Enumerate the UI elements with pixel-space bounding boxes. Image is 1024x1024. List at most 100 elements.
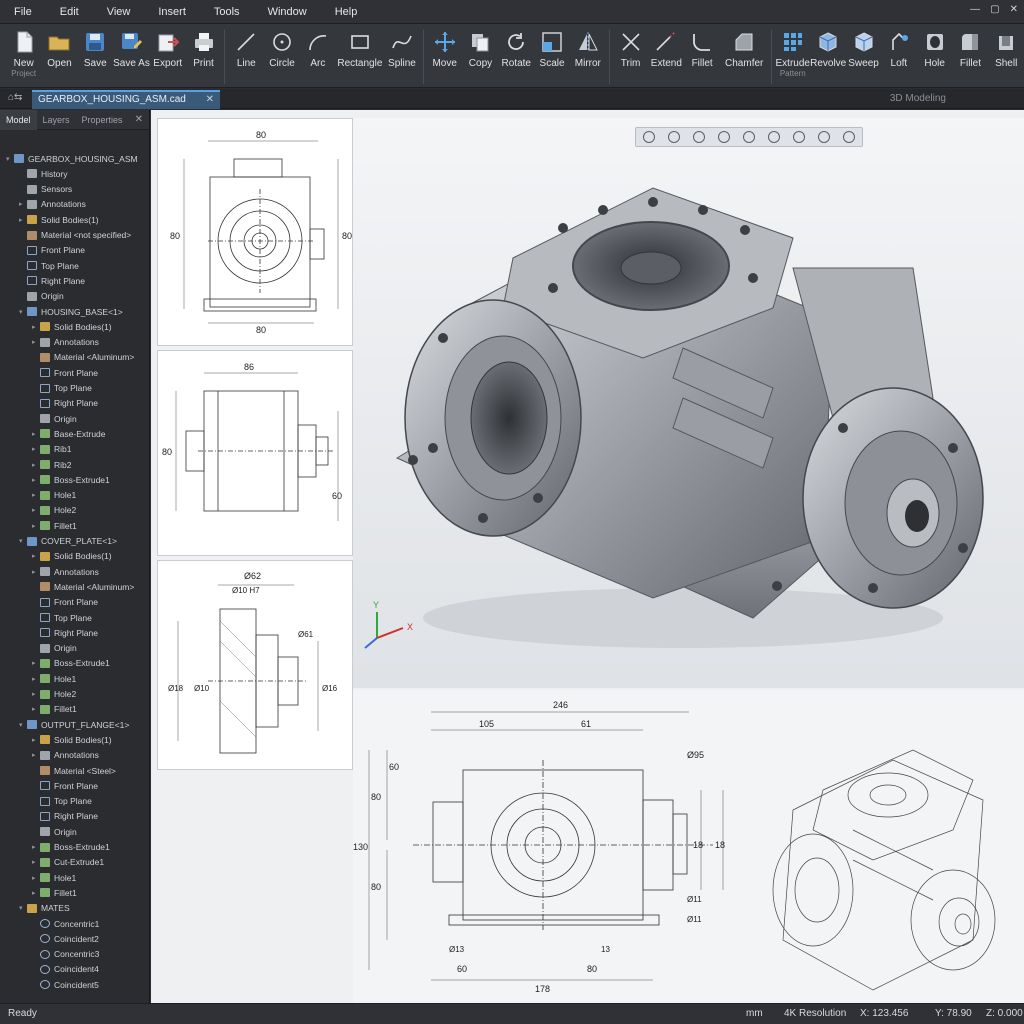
menu-file[interactable]: File	[0, 0, 46, 24]
pan-icon[interactable]	[793, 131, 806, 143]
minimize-icon[interactable]: —	[970, 4, 980, 15]
tool-extrude-button[interactable]: Extrude Pattern	[775, 30, 810, 79]
view-front-icon[interactable]	[667, 131, 680, 143]
tree-item[interactable]: ▸ Hole2	[0, 687, 150, 702]
tree-item[interactable]: ▸ Annotations	[0, 197, 150, 212]
tree-item[interactable]: Origin	[0, 411, 150, 426]
tree-item[interactable]: ▾ MATES	[0, 901, 150, 916]
tree-item[interactable]: ▸ Base-Extrude	[0, 426, 150, 441]
expand-arrow-icon[interactable]: ▸	[32, 491, 40, 499]
tool-scale-button[interactable]: Scale	[534, 30, 570, 69]
tree-item[interactable]: Front Plane	[0, 778, 150, 793]
tree-item[interactable]: Origin	[0, 824, 150, 839]
tree-item[interactable]: ▸ Solid Bodies(1)	[0, 732, 150, 747]
tree-item[interactable]: ▸ Boss-Extrude1	[0, 840, 150, 855]
tool-extend-button[interactable]: Extend	[648, 30, 684, 69]
tree-item[interactable]: Front Plane	[0, 595, 150, 610]
tab-properties[interactable]: Properties	[76, 110, 129, 130]
expand-arrow-icon[interactable]: ▸	[32, 736, 40, 744]
tree-item[interactable]: ▸ Fillet1	[0, 885, 150, 900]
tool-spline-button[interactable]: Spline	[384, 30, 420, 69]
tool-shell-button[interactable]: Shell	[988, 30, 1024, 69]
tree-item[interactable]: Top Plane	[0, 381, 150, 396]
tree-item[interactable]: ▸ Hole1	[0, 488, 150, 503]
tree-item[interactable]: ▸ Solid Bodies(1)	[0, 319, 150, 334]
tool-rectangle-button[interactable]: Rectangle	[336, 30, 384, 69]
tree-item[interactable]: ▸ Annotations	[0, 564, 150, 579]
expand-arrow-icon[interactable]: ▸	[32, 506, 40, 514]
tree-item[interactable]: ▸ Hole1	[0, 671, 150, 686]
menu-window[interactable]: Window	[254, 0, 321, 24]
tree-item[interactable]: ▸ Solid Bodies(1)	[0, 549, 150, 564]
tree-item[interactable]: ▾ HOUSING_BASE<1>	[0, 304, 150, 319]
tree-item[interactable]: Coincident2	[0, 931, 150, 946]
tool-move-button[interactable]: Move	[427, 30, 463, 69]
tree-item[interactable]: ▸ Solid Bodies(1)	[0, 212, 150, 227]
tree-item[interactable]: Concentric1	[0, 916, 150, 931]
menu-tools[interactable]: Tools	[200, 0, 254, 24]
expand-arrow-icon[interactable]: ▸	[32, 430, 40, 438]
tree-item[interactable]: Coincident4	[0, 962, 150, 977]
expand-arrow-icon[interactable]: ▾	[19, 537, 27, 545]
tree-item[interactable]: ▸ Boss-Extrude1	[0, 472, 150, 487]
expand-arrow-icon[interactable]: ▸	[32, 323, 40, 331]
expand-arrow-icon[interactable]: ▸	[32, 705, 40, 713]
tree-item[interactable]: ▸ Rib1	[0, 442, 150, 457]
tree-item[interactable]: Front Plane	[0, 243, 150, 258]
tab-layers[interactable]: Layers	[37, 110, 76, 130]
drawing-view-front[interactable]: 80 80 80 80	[157, 118, 353, 346]
close-panel-icon[interactable]: ✕	[135, 114, 143, 125]
display-style-icon[interactable]	[843, 131, 856, 143]
menu-help[interactable]: Help	[321, 0, 372, 24]
tree-item[interactable]: ▸ Boss-Extrude1	[0, 656, 150, 671]
tool-save-button[interactable]: Save	[77, 30, 113, 69]
tool-print-button[interactable]: Print	[186, 30, 222, 69]
tree-item[interactable]: Top Plane	[0, 258, 150, 273]
tree-item[interactable]: Origin	[0, 641, 150, 656]
document-tab[interactable]: GEARBOX_HOUSING_ASM.cad ✕	[32, 90, 220, 109]
tree-item[interactable]: Right Plane	[0, 273, 150, 288]
tree-item[interactable]: ▸ Fillet1	[0, 518, 150, 533]
tool-fillet-button[interactable]: Fillet	[953, 30, 989, 69]
expand-arrow-icon[interactable]: ▾	[19, 904, 27, 912]
drawing-view-main[interactable]: 246 105 61 Ø95 130 80 80 60 18 18 178 60…	[353, 690, 1024, 1003]
close-window-icon[interactable]: ✕	[1010, 4, 1018, 15]
tool-chamfer-button[interactable]: Chamfer	[720, 30, 768, 69]
tree-item[interactable]: ▸ Cut-Extrude1	[0, 855, 150, 870]
tool-revolve-button[interactable]: Revolve	[810, 30, 846, 69]
tree-item[interactable]: Right Plane	[0, 396, 150, 411]
tool-hole-button[interactable]: Hole	[917, 30, 953, 69]
view-right-icon[interactable]	[717, 131, 730, 143]
expand-arrow-icon[interactable]: ▸	[32, 568, 40, 576]
menu-edit[interactable]: Edit	[46, 0, 93, 24]
tool-export-button[interactable]: Export	[150, 30, 186, 69]
expand-arrow-icon[interactable]: ▸	[32, 461, 40, 469]
tool-open-button[interactable]: Open	[42, 30, 78, 69]
expand-arrow-icon[interactable]: ▸	[32, 690, 40, 698]
tool-fillet-button[interactable]: Fillet	[684, 30, 720, 69]
tree-item[interactable]: ▸ Hole2	[0, 503, 150, 518]
view-home-icon[interactable]	[642, 131, 655, 143]
tool-copy-button[interactable]: Copy	[463, 30, 499, 69]
tool-loft-button[interactable]: Loft	[881, 30, 917, 69]
workspace[interactable]: 80 80 80 80 86 80 60 Ø62 Ø10 H7 Ø18 Ø10 …	[151, 110, 1024, 1003]
home-icon[interactable]: ⌂⇆	[8, 92, 28, 103]
expand-arrow-icon[interactable]: ▸	[32, 874, 40, 882]
tool-trim-button[interactable]: Trim	[613, 30, 649, 69]
3d-viewport[interactable]: Y X	[353, 118, 1024, 688]
tab-model[interactable]: Model	[0, 109, 37, 130]
tree-item[interactable]: ▸ Annotations	[0, 748, 150, 763]
expand-arrow-icon[interactable]: ▾	[6, 155, 14, 163]
rotate-view-icon[interactable]	[818, 131, 831, 143]
expand-arrow-icon[interactable]: ▾	[19, 721, 27, 729]
expand-arrow-icon[interactable]: ▸	[32, 522, 40, 530]
expand-arrow-icon[interactable]: ▸	[19, 216, 27, 224]
maximize-icon[interactable]: ▢	[990, 4, 999, 15]
tree-item[interactable]: ▸ Hole1	[0, 870, 150, 885]
tool-save-as-button[interactable]: Save As	[113, 30, 150, 69]
expand-arrow-icon[interactable]: ▸	[32, 552, 40, 560]
drawing-view-flange-section[interactable]: Ø62 Ø10 H7 Ø18 Ø10 Ø61 Ø16	[157, 560, 353, 770]
expand-arrow-icon[interactable]: ▸	[32, 476, 40, 484]
expand-arrow-icon[interactable]: ▸	[32, 338, 40, 346]
tree-item[interactable]: ▾ GEARBOX_HOUSING_ASM	[0, 151, 150, 166]
